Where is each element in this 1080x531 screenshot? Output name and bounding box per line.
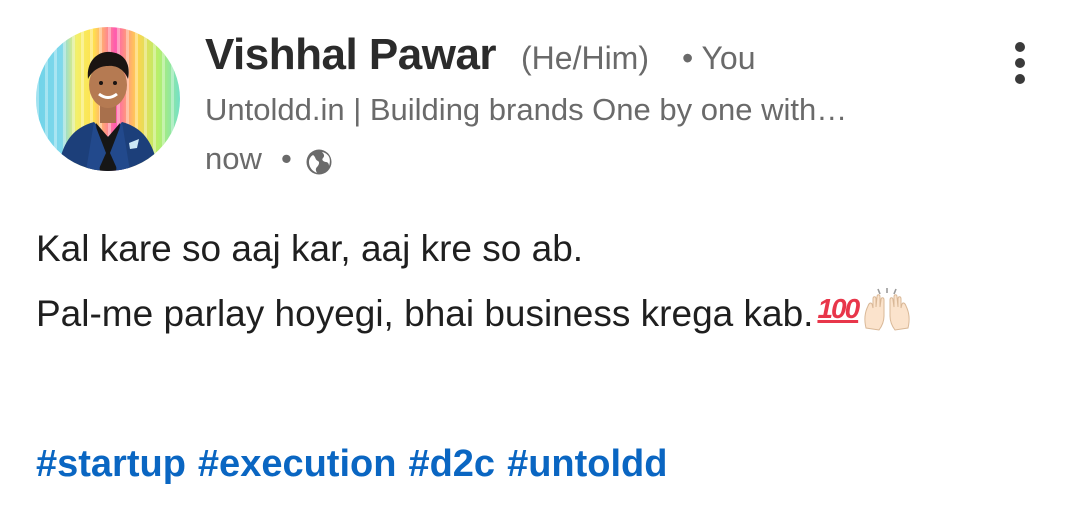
raised-hands-emoji [864, 288, 910, 331]
hashtag-list: #startup #execution #d2c #untoldd [36, 443, 679, 486]
hashtag-link[interactable]: #d2c [408, 443, 495, 485]
relation-label: • You [682, 40, 756, 76]
post-body-line-1: Kal kare so aaj kar, aaj kre so ab. [36, 228, 584, 269]
author-name[interactable]: Vishhal Pawar [205, 30, 497, 80]
meta-separator: • [281, 141, 292, 176]
author-pronouns: (He/Him) [521, 40, 649, 76]
post-timestamp: now [205, 141, 262, 176]
author-avatar[interactable] [36, 27, 180, 171]
post-body-line-2-text: Pal-me parlay hoyegi, bhai business kreg… [36, 293, 814, 334]
vertical-ellipsis-icon[interactable] [1000, 38, 1040, 88]
hashtag-link[interactable]: #startup [36, 443, 186, 485]
hundred-points-emoji: 100 [817, 293, 860, 324]
hashtag-link[interactable]: #execution [198, 443, 397, 485]
hashtag-link[interactable]: #untoldd [507, 443, 667, 485]
author-headline[interactable]: Untoldd.in | Building brands One by one … [205, 92, 847, 128]
post-body-line-2: Pal-me parlay hoyegi, bhai business kreg… [36, 282, 912, 335]
avatar-person-illustration [58, 51, 158, 171]
globe-icon[interactable] [305, 148, 333, 176]
